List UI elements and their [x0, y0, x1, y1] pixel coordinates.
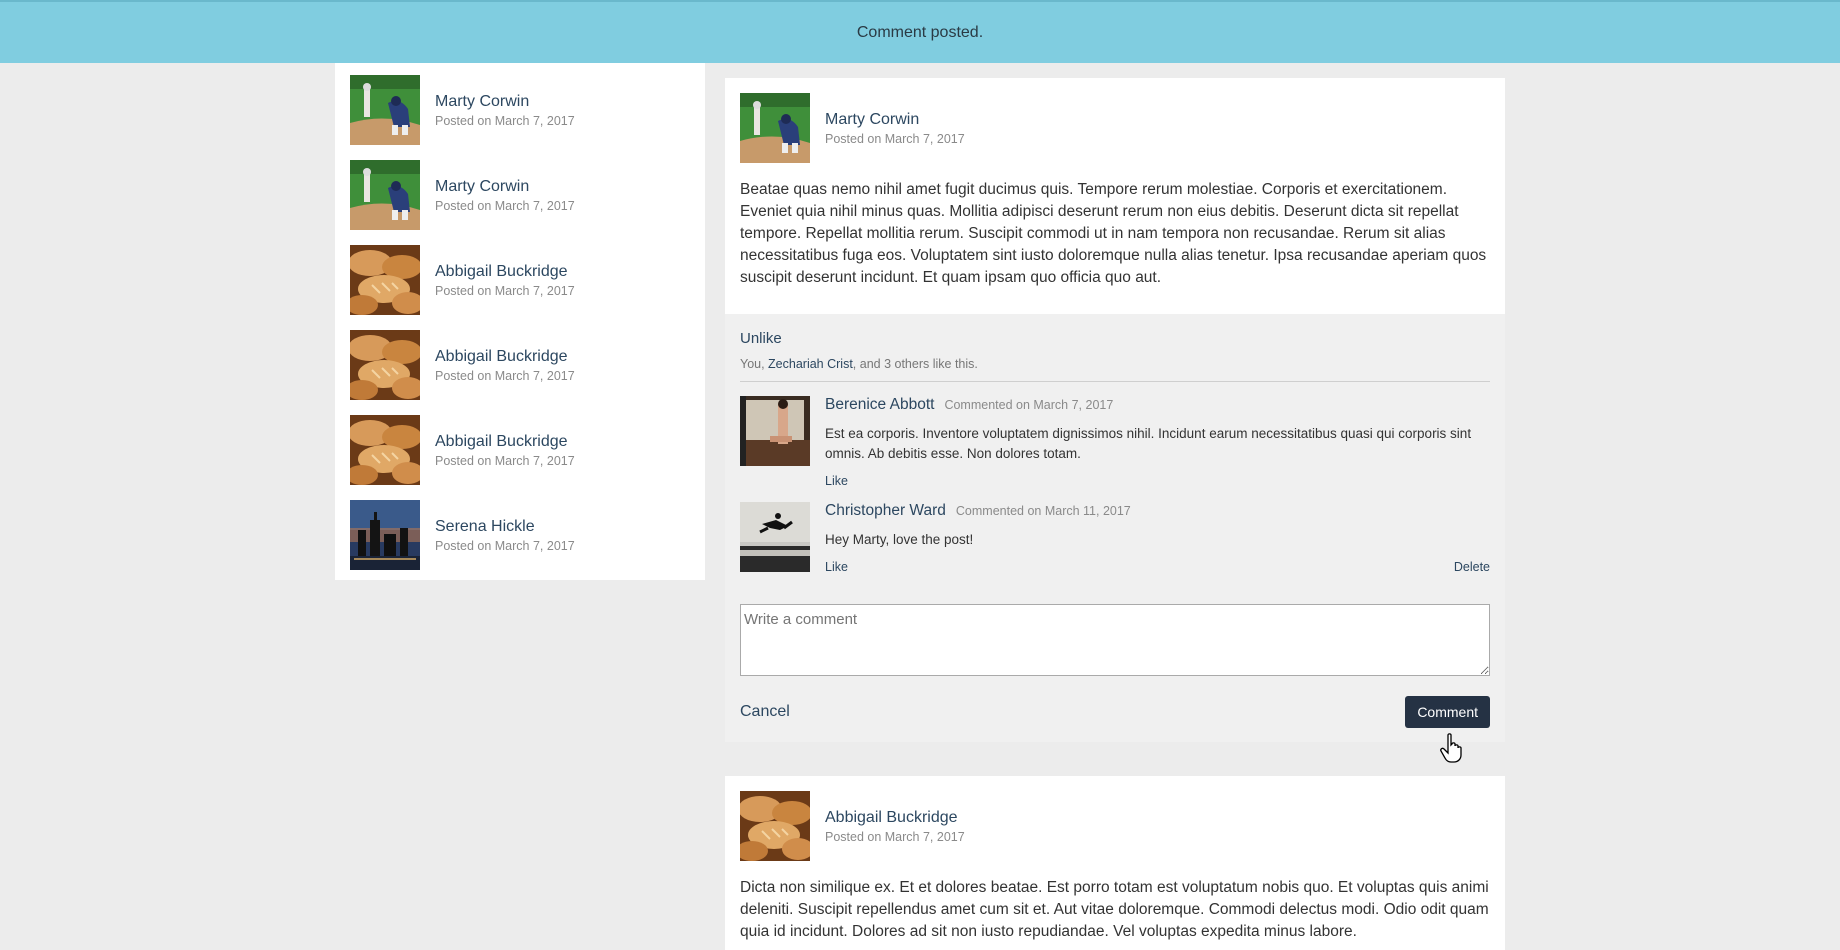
sidebar-post-item[interactable]: Abbigail Buckridge Posted on March 7, 20…: [350, 245, 690, 315]
bread-photo-thumbnail: [350, 330, 420, 400]
post-date: Posted on March 7, 2017: [825, 829, 965, 844]
sidebar-post-date: Posted on March 7, 2017: [435, 283, 575, 298]
flash-message-banner: Comment posted.: [0, 0, 1840, 63]
sidebar-post-date: Posted on March 7, 2017: [435, 538, 575, 553]
post-author-link[interactable]: Marty Corwin: [825, 111, 965, 129]
sidebar-post-date: Posted on March 7, 2017: [435, 198, 575, 213]
post-body-text: Dicta non similique ex. Et et dolores be…: [740, 879, 1489, 940]
post-card: Marty Corwin Posted on March 7, 2017 Bea…: [725, 78, 1505, 742]
comment-text: Est ea corporis. Inventore voluptatem di…: [825, 426, 1472, 461]
commenter-name-link[interactable]: Berenice Abbott: [825, 396, 934, 414]
likes-summary: You, Zechariah Crist, and 3 others like …: [740, 357, 1490, 382]
sidebar-post-date: Posted on March 7, 2017: [435, 368, 575, 383]
sidebar-post-date: Posted on March 7, 2017: [435, 113, 575, 128]
comment-item: Christopher Ward Commented on March 11, …: [740, 502, 1490, 574]
bread-photo-thumbnail: [350, 245, 420, 315]
comment-submit-button[interactable]: Comment: [1405, 696, 1490, 728]
sidebar-post-list: Marty Corwin Posted on March 7, 2017 Mar…: [335, 63, 705, 580]
post-body-text: Beatae quas nemo nihil amet fugit ducimu…: [740, 181, 1487, 286]
post-footer: Unlike You, Zechariah Crist, and 3 other…: [725, 314, 1505, 742]
comment-like-button[interactable]: Like: [825, 474, 848, 488]
post-header: Abbigail Buckridge Posted on March 7, 20…: [725, 776, 1505, 861]
commenter-avatar[interactable]: [740, 396, 810, 466]
city-skyline-photo-thumbnail: [350, 500, 420, 570]
author-avatar[interactable]: [740, 93, 810, 163]
sidebar-post-author[interactable]: Serena Hickle: [435, 518, 575, 536]
commenter-name-link[interactable]: Christopher Ward: [825, 502, 946, 520]
comment-input[interactable]: [740, 604, 1490, 676]
liker-link[interactable]: Zechariah Crist: [768, 357, 853, 371]
sidebar-post-author[interactable]: Marty Corwin: [435, 178, 575, 196]
comment-item: Berenice Abbott Commented on March 7, 20…: [740, 396, 1490, 488]
sidebar-post-item[interactable]: Marty Corwin Posted on March 7, 2017: [350, 75, 690, 145]
comment-like-button[interactable]: Like: [825, 560, 848, 574]
baseball-photo-thumbnail: [350, 160, 420, 230]
likes-prefix: You,: [740, 357, 769, 371]
sidebar-post-date: Posted on March 7, 2017: [435, 453, 575, 468]
comment-delete-button[interactable]: Delete: [1454, 560, 1490, 574]
sidebar-post-author[interactable]: Abbigail Buckridge: [435, 433, 575, 451]
sidebar-post-author[interactable]: Marty Corwin: [435, 93, 575, 111]
sidebar-post-author[interactable]: Abbigail Buckridge: [435, 348, 575, 366]
baseball-photo-thumbnail: [350, 75, 420, 145]
flash-message-text: Comment posted.: [856, 23, 984, 41]
bread-photo-thumbnail: [350, 415, 420, 485]
sidebar-post-item[interactable]: Abbigail Buckridge Posted on March 7, 20…: [350, 415, 690, 485]
comment-text: Hey Marty, love the post!: [825, 532, 974, 547]
sidebar-post-item[interactable]: Abbigail Buckridge Posted on March 7, 20…: [350, 330, 690, 400]
sidebar-post-author[interactable]: Abbigail Buckridge: [435, 263, 575, 281]
commenter-avatar[interactable]: [740, 502, 810, 572]
post-author-link[interactable]: Abbigail Buckridge: [825, 809, 965, 827]
sidebar-post-item[interactable]: Serena Hickle Posted on March 7, 2017: [350, 500, 690, 570]
comment-date: Commented on March 11, 2017: [955, 504, 1131, 518]
hand-cursor-icon: [1440, 733, 1462, 763]
post-header: Marty Corwin Posted on March 7, 2017: [725, 78, 1505, 163]
post-card: Abbigail Buckridge Posted on March 7, 20…: [725, 776, 1505, 950]
comment-date: Commented on March 7, 2017: [944, 398, 1114, 412]
author-avatar[interactable]: [740, 791, 810, 861]
likes-suffix: , and 3 others like this.: [852, 357, 978, 371]
sidebar-post-item[interactable]: Marty Corwin Posted on March 7, 2017: [350, 160, 690, 230]
cancel-button[interactable]: Cancel: [740, 703, 790, 721]
unlike-button[interactable]: Unlike: [740, 330, 1490, 347]
post-date: Posted on March 7, 2017: [825, 131, 965, 146]
